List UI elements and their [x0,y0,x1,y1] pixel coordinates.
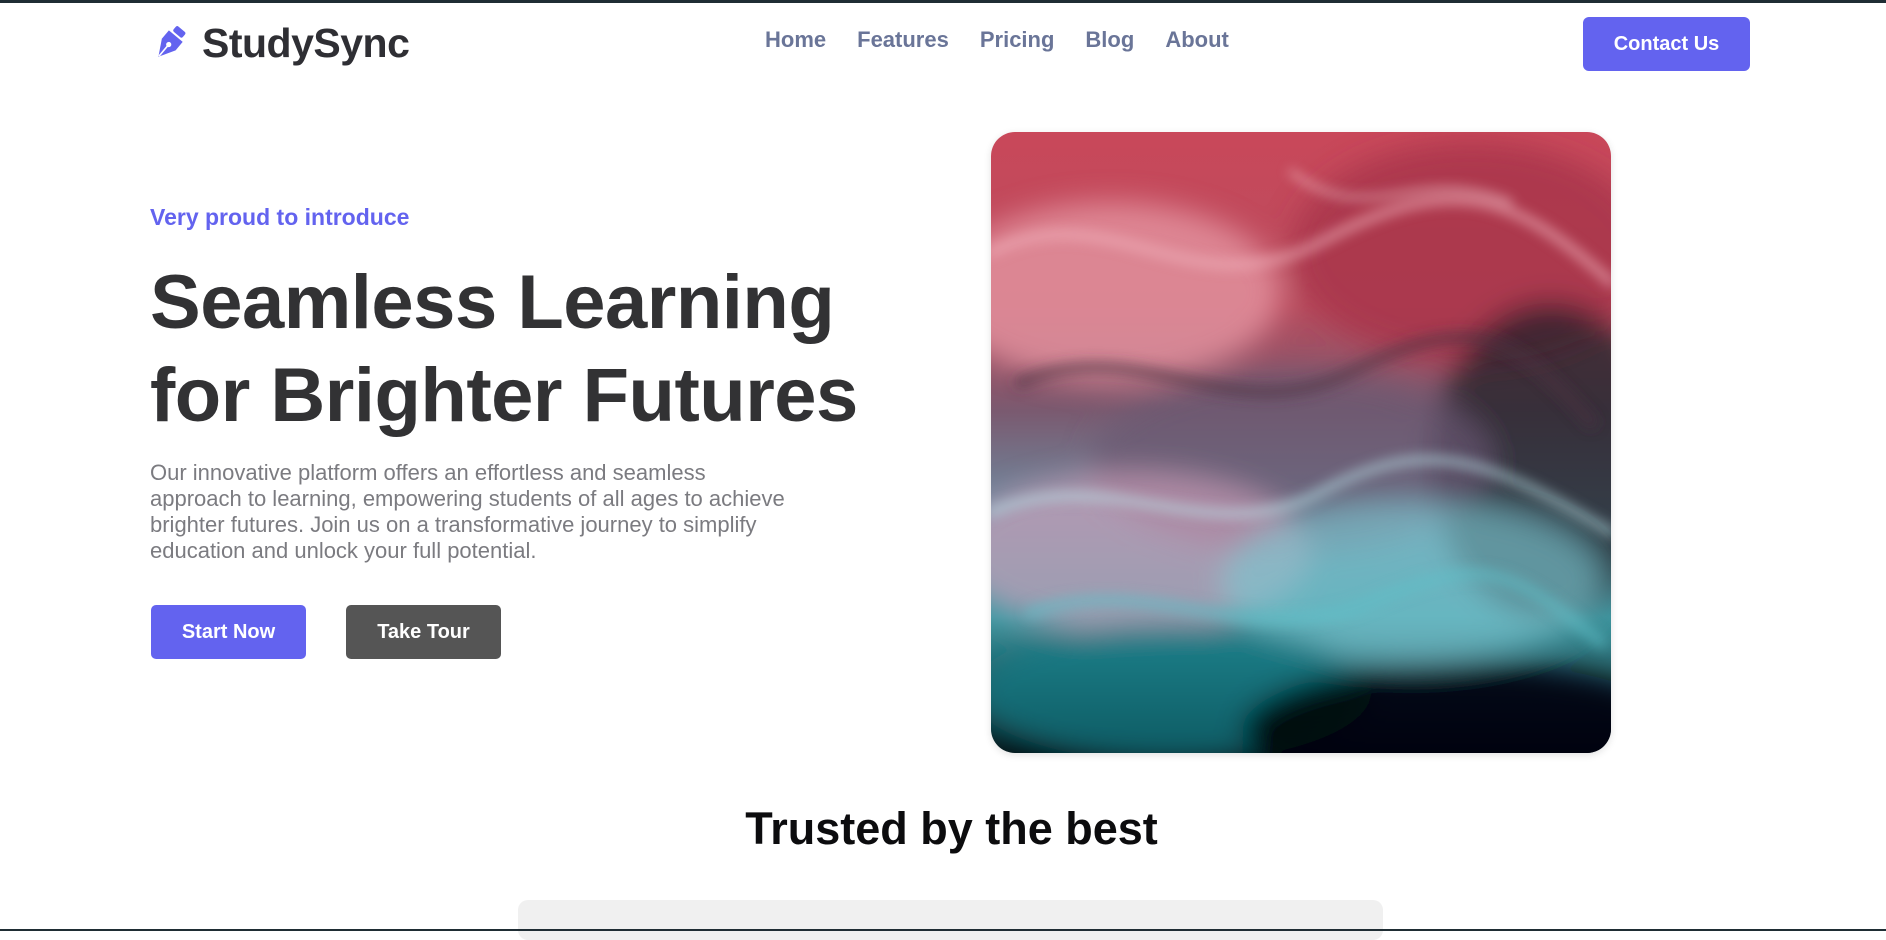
trusted-logos-panel [518,900,1383,940]
headline-line-1: Seamless Learning [150,260,835,345]
nav-links: Home Features Pricing Blog About [765,27,1260,53]
hero-description: Our innovative platform offers an effort… [150,460,785,563]
headline-line-2: for Brighter Futures [150,353,858,438]
start-now-button[interactable]: Start Now [151,605,306,659]
abstract-fluid-art-image [991,132,1611,753]
hero-image [991,132,1611,753]
hero-headline: Seamless Learning for Brighter Futures [150,256,970,442]
nav-link-pricing[interactable]: Pricing [980,27,1055,53]
take-tour-button[interactable]: Take Tour [346,605,501,659]
contact-us-button[interactable]: Contact Us [1583,17,1750,71]
hero-kicker: Very proud to introduce [150,204,410,230]
brand-logo[interactable]: StudySync [150,19,410,67]
trusted-section-title: Trusted by the best [745,803,1158,854]
nav-link-features[interactable]: Features [857,27,949,53]
brand-name: StudySync [202,19,410,66]
nav-link-about[interactable]: About [1165,27,1229,53]
nav-link-blog[interactable]: Blog [1085,27,1134,53]
navbar: StudySync Home Features Pricing Blog Abo… [0,3,1886,79]
nav-link-home[interactable]: Home [765,27,826,53]
pen-nib-icon [158,26,186,57]
